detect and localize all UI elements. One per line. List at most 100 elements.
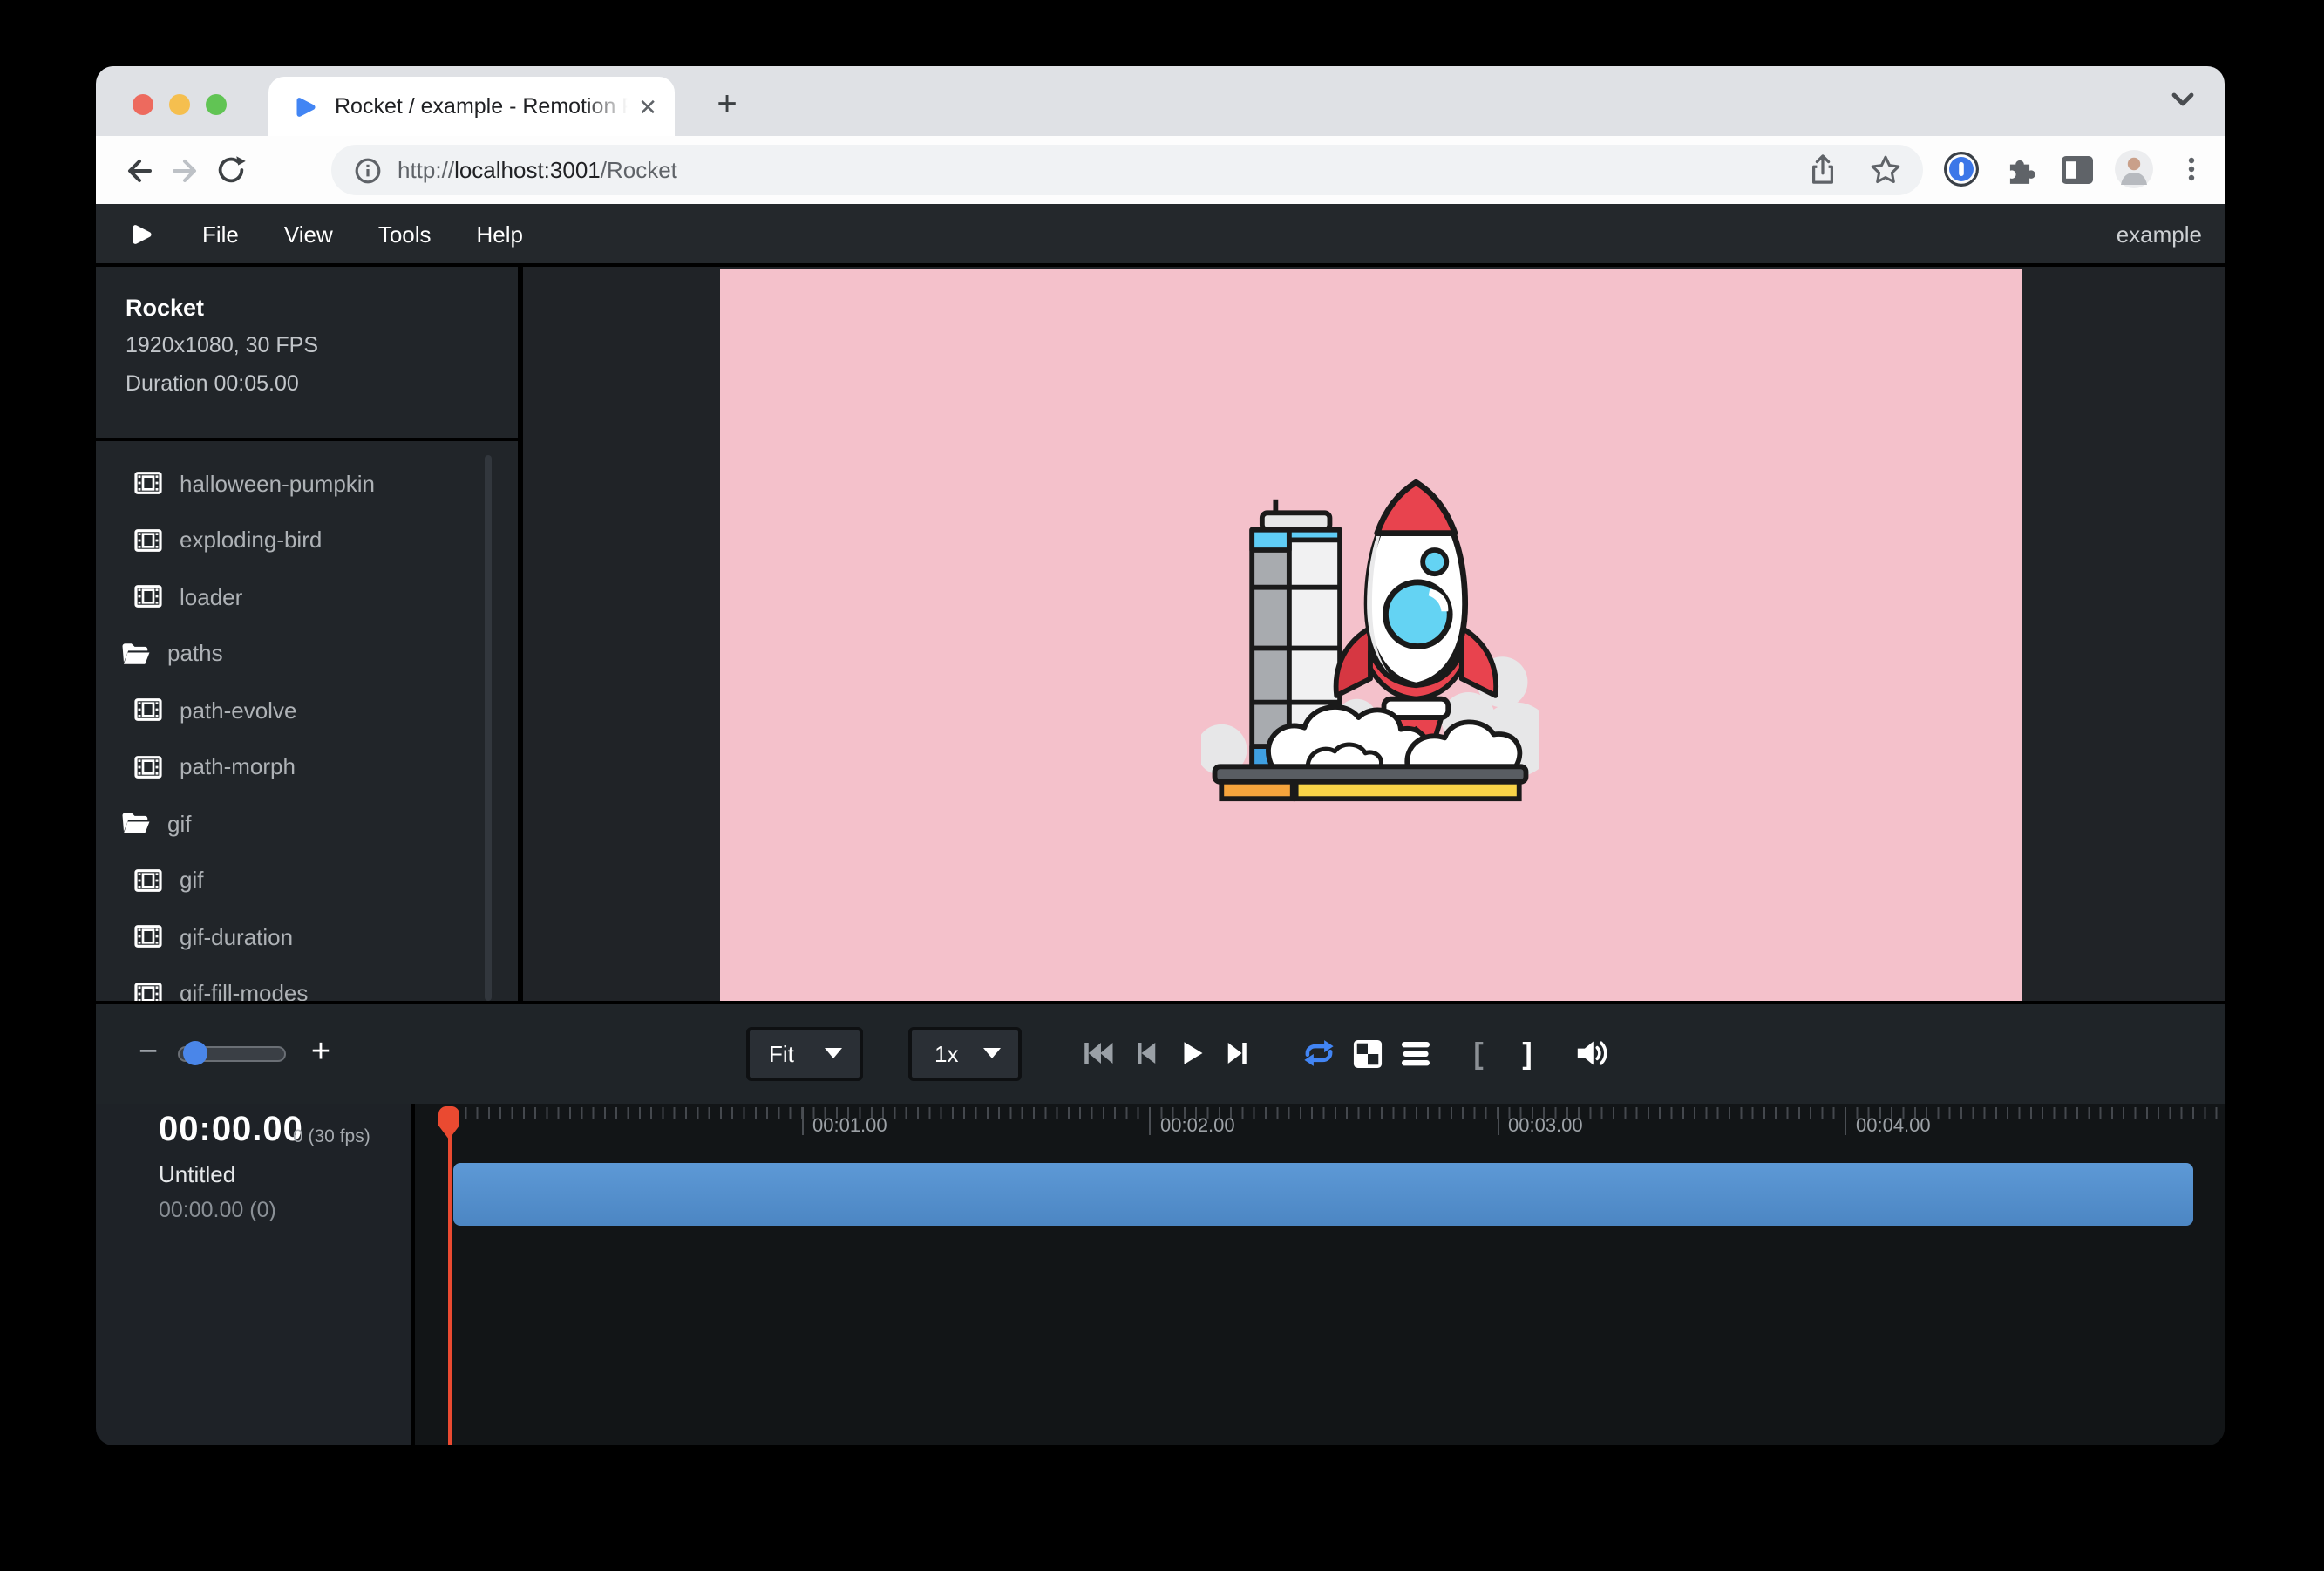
browser-toolbar: http://localhost:3001/Rocket	[96, 136, 2225, 204]
film-icon	[134, 585, 162, 609]
screenshot-stage: Rocket / example - Remotion Pr ✕ +	[0, 0, 2324, 1571]
tab-title: Rocket / example - Remotion Pr	[335, 94, 628, 119]
play-button[interactable]	[1170, 1033, 1212, 1075]
back-button[interactable]	[117, 147, 162, 193]
speed-select[interactable]: 1x	[908, 1027, 1022, 1081]
zoom-slider[interactable]	[178, 1046, 286, 1062]
list-item-gif-duration[interactable]: gif-duration	[96, 908, 518, 965]
sidebar-scrollbar[interactable]	[485, 455, 492, 1001]
transparency-checkerboard-icon[interactable]	[1346, 1033, 1388, 1075]
film-icon	[134, 868, 162, 893]
film-icon	[134, 925, 162, 949]
ruler-label-1s: 00:01.00	[812, 1115, 887, 1136]
film-icon	[134, 982, 162, 1002]
track-name[interactable]: Untitled	[159, 1160, 235, 1187]
timeline-track-area[interactable]: 00:01.00 00:02.00 00:03.00 00:04.00	[418, 1103, 2225, 1445]
zoom-slider-thumb[interactable]	[183, 1042, 207, 1066]
share-icon[interactable]	[1808, 153, 1838, 187]
track-duration: 00:00.00 (0)	[159, 1197, 276, 1221]
url-bar[interactable]: http://localhost:3001/Rocket	[331, 145, 1923, 195]
extensions-puzzle-icon[interactable]	[1998, 146, 2040, 192]
previous-frame-button[interactable]	[1124, 1033, 1165, 1075]
forward-button[interactable]	[162, 147, 207, 193]
caret-down-icon	[983, 1049, 1001, 1059]
browser-window: Rocket / example - Remotion Pr ✕ +	[96, 66, 2225, 1445]
composition-resolution: 1920x1080, 30 FPS	[126, 333, 518, 359]
password-manager-icon[interactable]	[1940, 146, 1982, 192]
reload-button[interactable]	[207, 147, 253, 193]
zoom-control: − +	[134, 1004, 335, 1103]
list-item-halloween-pumpkin[interactable]: halloween-pumpkin	[96, 455, 518, 512]
close-window-button[interactable]	[133, 94, 153, 115]
project-name-label: example	[2117, 221, 2202, 247]
menu-view[interactable]: View	[262, 204, 356, 263]
folder-item-paths[interactable]: paths	[96, 625, 518, 682]
volume-icon[interactable]	[1571, 1033, 1613, 1075]
open-folder-icon	[120, 642, 152, 666]
list-item-exploding-bird[interactable]: exploding-bird	[96, 512, 518, 568]
extension-area	[1940, 146, 2212, 192]
timeline-ruler-ticks	[453, 1106, 2225, 1119]
playhead-line[interactable]	[447, 1108, 451, 1445]
caret-down-icon	[825, 1049, 842, 1059]
composition-name: Rocket	[126, 295, 518, 321]
traffic-lights	[133, 94, 227, 115]
timeline-panel: 00:01.00 00:02.00 00:03.00 00:04.00 00:0…	[96, 1103, 2225, 1445]
chevron-down-icon[interactable]	[2167, 84, 2198, 115]
loop-toggle-icon[interactable]	[1297, 1033, 1339, 1075]
list-item-path-morph[interactable]: path-morph	[96, 738, 518, 795]
remotion-favicon-icon	[293, 93, 319, 119]
ruler-tick-4s	[1845, 1106, 1847, 1134]
in-point-button[interactable]: [	[1458, 1033, 1499, 1075]
bookmark-star-icon[interactable]	[1869, 153, 1902, 187]
folder-item-gif[interactable]: gif	[96, 795, 518, 852]
zoom-in-button[interactable]: +	[307, 1035, 335, 1073]
side-panel-icon[interactable]	[2056, 146, 2097, 192]
timeline-sequence-bar[interactable]	[453, 1163, 2193, 1225]
timeline-left-panel: 00:00.00 0 (30 fps) Untitled 00:00.00 (0…	[96, 1103, 415, 1445]
composition-list: halloween-pumpkin exploding-bird loader …	[96, 455, 518, 1001]
ruler-label-4s: 00:04.00	[1856, 1115, 1931, 1136]
site-info-icon[interactable]	[354, 156, 382, 184]
size-select[interactable]: Fit	[746, 1027, 863, 1081]
video-canvas	[719, 268, 2022, 1000]
menu-help[interactable]: Help	[454, 204, 547, 263]
profile-avatar[interactable]	[2113, 146, 2155, 192]
list-item-gif[interactable]: gif	[96, 852, 518, 908]
ruler-tick-1s	[801, 1106, 803, 1134]
film-icon	[134, 755, 162, 779]
app-menubar: File View Tools Help example	[96, 204, 2225, 267]
film-icon	[134, 528, 162, 553]
composition-info: Rocket 1920x1080, 30 FPS Duration 00:05.…	[96, 267, 518, 398]
list-item-path-evolve[interactable]: path-evolve	[96, 682, 518, 738]
playhead-marker[interactable]	[436, 1105, 462, 1139]
zoom-out-button[interactable]: −	[134, 1035, 162, 1073]
playback-controls: Fit 1x	[746, 1004, 1620, 1103]
composition-duration: Duration 00:05.00	[126, 371, 518, 398]
menu-file[interactable]: File	[180, 204, 262, 263]
list-item-gif-fill-modes[interactable]: gif-fill-modes	[96, 965, 518, 1001]
next-frame-button[interactable]	[1216, 1033, 1258, 1075]
jump-to-start-button[interactable]	[1077, 1033, 1119, 1075]
close-tab-icon[interactable]: ✕	[638, 95, 657, 118]
out-point-button[interactable]: ]	[1506, 1033, 1548, 1075]
sidebar-divider	[96, 438, 518, 441]
list-item-loader[interactable]: loader	[96, 568, 518, 625]
active-tab[interactable]: Rocket / example - Remotion Pr ✕	[268, 77, 675, 136]
open-folder-icon	[120, 812, 152, 836]
film-icon	[134, 472, 162, 496]
new-tab-button[interactable]: +	[701, 78, 753, 131]
url-text: http://localhost:3001/Rocket	[398, 157, 677, 183]
compositions-sidebar: Rocket 1920x1080, 30 FPS Duration 00:05.…	[96, 267, 523, 1001]
remotion-logo-icon[interactable]	[129, 221, 155, 247]
menu-tools[interactable]: Tools	[356, 204, 454, 263]
timeline-rows-icon[interactable]	[1395, 1033, 1437, 1075]
tab-strip: Rocket / example - Remotion Pr ✕ +	[96, 66, 2225, 136]
fullscreen-window-button[interactable]	[206, 94, 227, 115]
minimize-window-button[interactable]	[169, 94, 190, 115]
frame-counter: 0 (30 fps)	[293, 1126, 370, 1146]
film-icon	[134, 698, 162, 723]
current-timecode: 00:00.00	[159, 1110, 303, 1150]
ruler-tick-2s	[1149, 1106, 1151, 1134]
browser-menu-icon[interactable]	[2171, 146, 2212, 192]
